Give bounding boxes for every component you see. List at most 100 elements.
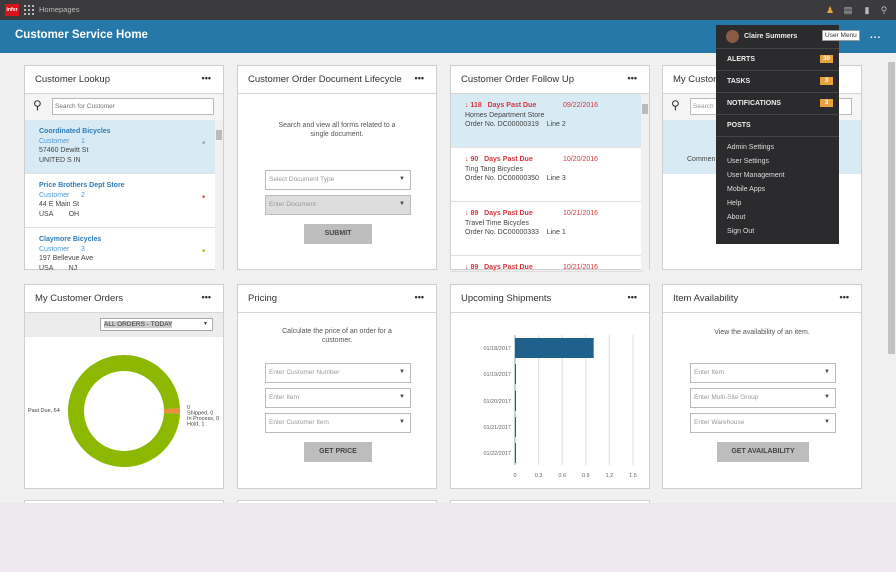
card-title: Item Availability xyxy=(673,293,739,304)
description: View the availability of an item. xyxy=(714,329,810,336)
document-input[interactable]: Enter Document ▼ xyxy=(265,195,411,215)
user-name: Claire Summers xyxy=(744,33,798,40)
card-title: Customer Order Document Lifecycle xyxy=(248,74,402,85)
bar[interactable] xyxy=(515,443,516,463)
customer-list-item[interactable]: Price Brothers Dept Store Customer 2 44 … xyxy=(25,174,217,228)
get-availability-button[interactable]: GET AVAILABILITY xyxy=(717,442,809,462)
bar[interactable] xyxy=(515,417,516,437)
card-title: My Custom xyxy=(673,74,722,85)
x-tick-label: 1.5 xyxy=(629,473,637,479)
chat-icon[interactable]: ▤ xyxy=(842,4,854,16)
menu-link-user-settings[interactable]: User Settings xyxy=(727,158,769,165)
days-past-due: ↓ 90 Days Past Due xyxy=(465,156,533,163)
customer-search-input[interactable] xyxy=(52,98,214,115)
homepages-label[interactable]: Homepages xyxy=(39,5,79,14)
customer-list-item[interactable]: Coordinated Bicycles Customer 1 57460 De… xyxy=(25,120,217,174)
warehouse-input[interactable]: Enter Warehouse ▼ xyxy=(690,413,836,433)
menu-section-posts[interactable]: POSTS xyxy=(716,115,839,137)
bookmark-icon[interactable]: ▮ xyxy=(861,4,873,16)
search-icon: ⚲ xyxy=(33,98,42,112)
customer-logo: ■ xyxy=(202,194,205,199)
bar[interactable] xyxy=(515,338,594,358)
follow-up-item[interactable]: ↓ 89 Days Past Due 10/21/2016 xyxy=(451,256,643,272)
more-button[interactable]: ••• xyxy=(628,292,637,302)
customer-name[interactable]: Coordinated Bicycles xyxy=(39,127,203,137)
customer-name[interactable]: Claymore Bicycles xyxy=(39,235,203,245)
follow-up-item[interactable]: ↓ 89 Days Past Due 10/21/2016 Travel Time… xyxy=(451,202,643,256)
bar[interactable] xyxy=(515,364,516,384)
description: Calculate the price of an order for a cu… xyxy=(282,328,392,344)
app-grid-icon[interactable] xyxy=(24,5,34,15)
customer-logo: ■ xyxy=(202,140,205,145)
donut-slice[interactable] xyxy=(68,355,180,467)
bar[interactable] xyxy=(515,391,516,411)
scrollbar-thumb[interactable] xyxy=(888,62,895,354)
slice-label: Past Due, 64 xyxy=(28,408,60,414)
customer-list-item[interactable]: Claymore Bicycles Customer 3 197 Bellevu… xyxy=(25,228,217,272)
days-past-due: ↓ 118 Days Past Due xyxy=(465,102,537,109)
y-tick-label: 01/19/2017 xyxy=(483,372,511,378)
item-input[interactable]: Enter Item ▼ xyxy=(265,388,411,408)
document-type-select[interactable]: Select Document Type ▼ xyxy=(265,170,411,190)
menu-section-tasks[interactable]: TASKS 3 xyxy=(716,71,839,93)
scrollbar[interactable] xyxy=(641,94,649,270)
more-button[interactable]: ••• xyxy=(415,292,424,302)
customer-name[interactable]: Price Brothers Dept Store xyxy=(39,181,203,191)
card-title: Customer Lookup xyxy=(35,74,110,85)
top-bar: infor Homepages ♟ ▤ ▮ ⚲ xyxy=(0,0,896,20)
page-title: Customer Service Home xyxy=(15,29,148,41)
more-button[interactable]: ••• xyxy=(628,73,637,83)
count-badge: 30 xyxy=(820,55,833,63)
scrollbar[interactable] xyxy=(215,120,223,270)
count-badge: 3 xyxy=(820,99,833,107)
multi-site-group-input[interactable]: Enter Multi-Site Group ▼ xyxy=(690,388,836,408)
menu-link-user-management[interactable]: User Management xyxy=(727,172,785,179)
customer-item-input[interactable]: Enter Customer Item ▼ xyxy=(265,413,411,433)
x-tick-label: 0 xyxy=(513,473,516,479)
menu-section-alerts[interactable]: ALERTS 30 xyxy=(716,49,839,71)
customer-lookup-card: Customer Lookup ••• ⚲ Coordinated Bicycle… xyxy=(24,65,224,272)
more-button[interactable]: ••• xyxy=(202,292,211,302)
follow-up-item[interactable]: ↓ 90 Days Past Due 10/20/2016 Ting Tang B… xyxy=(451,148,643,202)
menu-link-help[interactable]: Help xyxy=(727,200,741,207)
user-menu-tooltip: User Menu xyxy=(822,30,860,41)
slice-label: Hold, 1 xyxy=(187,422,204,428)
y-tick-label: 01/21/2017 xyxy=(483,425,511,431)
x-tick-label: 0.3 xyxy=(535,473,543,479)
menu-section-notifications[interactable]: NOTIFICATIONS 3 xyxy=(716,93,839,115)
user-icon[interactable]: ♟ xyxy=(824,4,836,16)
menu-link-mobile-apps[interactable]: Mobile Apps xyxy=(727,186,765,193)
days-past-due: ↓ 89 Days Past Due xyxy=(465,210,533,217)
more-button[interactable]: ••• xyxy=(840,292,849,302)
card-title: Customer Order Follow Up xyxy=(461,74,574,85)
infor-logo[interactable]: infor xyxy=(5,4,19,16)
customer-orders-card: My Customer Orders ••• ALL ORDERS - TODAY… xyxy=(24,284,224,489)
menu-link-about[interactable]: About xyxy=(727,214,745,221)
order-follow-up-card: Customer Order Follow Up ••• ↓ 118 Days P… xyxy=(450,65,650,272)
header-more-button[interactable]: ... xyxy=(870,30,881,41)
user-menu-dropdown: Claire Summers ALERTS 30 TASKS 3 NOTIFICATIO… xyxy=(716,25,839,244)
menu-link-sign-out[interactable]: Sign Out xyxy=(727,228,754,235)
count-badge: 3 xyxy=(820,77,833,85)
orders-filter-select[interactable]: ALL ORDERS - TODAY ▼ xyxy=(100,318,213,331)
document-lifecycle-card: Customer Order Document Lifecycle ••• Sea… xyxy=(237,65,437,270)
card-title: My Customer Orders xyxy=(35,293,124,304)
more-button[interactable]: ••• xyxy=(202,73,211,83)
description: Search and view all forms related to a s… xyxy=(278,122,396,138)
y-tick-label: 01/18/2017 xyxy=(483,346,511,352)
menu-link-admin-settings[interactable]: Admin Settings xyxy=(727,144,774,151)
customer-logo: ■ xyxy=(202,248,205,253)
donut-slice[interactable] xyxy=(163,408,181,414)
next-card-edge xyxy=(24,500,224,503)
more-button[interactable]: ••• xyxy=(415,73,424,83)
shipments-bar-chart: 0 0.3 0.6 0.9 1.2 1.5 01/18/2017 01/19/2017 01/2… xyxy=(483,335,637,479)
submit-button[interactable]: SUBMIT xyxy=(304,224,372,244)
follow-up-item[interactable]: ↓ 118 Days Past Due 09/22/2016 Homes Depa… xyxy=(451,94,643,148)
item-input[interactable]: Enter Item ▼ xyxy=(690,363,836,383)
x-tick-label: 0.9 xyxy=(582,473,590,479)
next-card-edge xyxy=(450,500,650,503)
get-price-button[interactable]: GET PRICE xyxy=(304,442,372,462)
next-card-edge xyxy=(237,500,437,503)
customer-number-input[interactable]: Enter Customer Number ▼ xyxy=(265,363,411,383)
search-icon[interactable]: ⚲ xyxy=(878,4,890,16)
